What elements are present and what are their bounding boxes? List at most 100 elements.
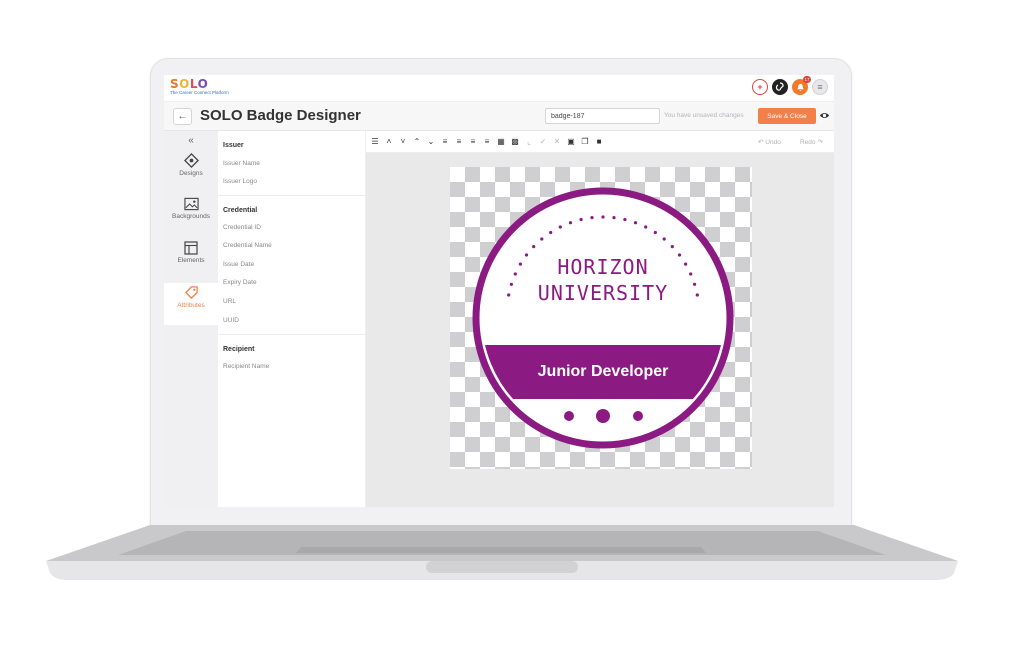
arc-dot	[633, 221, 638, 225]
badge-line-2[interactable]: UNIVERSITY	[538, 281, 668, 305]
arc-dot	[507, 293, 511, 297]
header-actions: + 17 ≡	[752, 76, 828, 95]
attr-recipient-name[interactable]: Recipient Name	[223, 363, 269, 370]
arc-dot	[684, 262, 688, 266]
rail-item-elements[interactable]: Elements	[164, 241, 218, 283]
notification-bell-icon[interactable]: 17	[792, 76, 811, 95]
arc-dot	[513, 272, 517, 276]
move-down-icon[interactable]: ˅	[398, 136, 408, 147]
toolbar-icons: ☰ ˄ ˅ ⌃ ⌄ ≡ ≡ ≡ ≡ ▦ ▩ ⌞ ✓ ✕ ▣ ❐ ■	[370, 136, 608, 147]
badge-canvas[interactable]: HORIZON UNIVERSITY Junior Developer	[450, 167, 752, 469]
redo-label: Redo	[800, 139, 816, 146]
arc-dot	[590, 216, 594, 220]
section-heading-recipient: Recipient	[223, 346, 255, 353]
badge-line-1[interactable]: HORIZON	[557, 255, 648, 279]
rail-item-attributes[interactable]: Attributes	[164, 283, 218, 325]
arc-dot	[677, 253, 682, 257]
attr-issue-date[interactable]: Issue Date	[223, 261, 254, 268]
arc-dot	[579, 217, 583, 222]
attributes-panel: Issuer Issuer Name Issuer Logo Credentia…	[218, 131, 366, 507]
delete-icon[interactable]: ■	[594, 136, 604, 147]
page-title: SOLO Badge Designer	[200, 107, 361, 124]
title-bar: ← SOLO Badge Designer You have unsaved c…	[164, 102, 834, 131]
preview-eye-icon[interactable]	[819, 110, 830, 121]
save-close-button[interactable]: Save & Close	[758, 108, 816, 124]
check-icon[interactable]: ✓	[538, 136, 548, 147]
section-divider	[218, 195, 366, 196]
arc-dot	[662, 237, 666, 241]
layers-icon[interactable]: ☰	[370, 136, 380, 147]
arc-dot	[670, 245, 674, 249]
unsaved-changes-text: You have unsaved changes	[664, 112, 744, 119]
app-screen: SOLO The Career Connect Platform + 17 ≡ …	[164, 75, 834, 507]
section-divider	[218, 334, 366, 335]
arc-dot	[601, 215, 605, 219]
attr-credential-id[interactable]: Credential ID	[223, 224, 261, 231]
crop-icon[interactable]: ⌞	[524, 136, 534, 147]
left-rail: « Designs Backgrounds Elements Attribute…	[164, 131, 218, 507]
attr-issuer-logo[interactable]: Issuer Logo	[223, 178, 257, 185]
app-header: SOLO The Career Connect Platform + 17 ≡	[164, 75, 834, 102]
image-icon	[183, 197, 199, 211]
logo-tagline: The Career Connect Platform	[170, 90, 229, 95]
arc-dot	[509, 282, 513, 286]
tag-icon	[184, 286, 198, 299]
rail-label: Attributes	[177, 302, 205, 309]
cancel-icon[interactable]: ✕	[552, 136, 562, 147]
arc-dot	[532, 245, 536, 249]
badge-id-input[interactable]	[545, 108, 660, 124]
badge-graphic[interactable]: HORIZON UNIVERSITY Junior Developer	[450, 167, 752, 469]
align-center-icon[interactable]: ≡	[454, 136, 464, 147]
layout-icon	[184, 241, 198, 255]
attr-url[interactable]: URL	[223, 298, 236, 305]
collapse-icon[interactable]: «	[164, 135, 218, 146]
resize-icon[interactable]: ▦	[496, 136, 506, 147]
move-up-icon[interactable]: ˄	[384, 136, 394, 147]
arc-dot	[644, 225, 648, 229]
laptop-keyboard-base	[46, 525, 958, 580]
send-to-back-icon[interactable]: ⌄	[426, 136, 436, 147]
back-button[interactable]: ←	[173, 108, 192, 125]
redo-button[interactable]: Redo ↷	[800, 138, 823, 146]
rail-label: Designs	[179, 170, 203, 177]
rail-item-designs[interactable]: Designs	[164, 153, 218, 195]
attr-credential-name[interactable]: Credential Name	[223, 242, 272, 249]
attr-uuid[interactable]: UUID	[223, 317, 239, 324]
align-middle-icon[interactable]: ≡	[468, 136, 478, 147]
diamond-icon	[183, 153, 199, 168]
undo-label: Undo	[765, 139, 781, 146]
arc-dot	[518, 262, 522, 266]
canvas-area: HORIZON UNIVERSITY Junior Developer	[366, 153, 834, 507]
add-icon[interactable]: +	[752, 79, 768, 95]
arc-dot	[689, 272, 693, 276]
image-replace-icon[interactable]: ▣	[566, 136, 576, 147]
arc-dot	[549, 230, 553, 235]
badge-ribbon-text[interactable]: Junior Developer	[538, 363, 669, 380]
notification-count: 17	[803, 76, 811, 83]
rail-label: Elements	[177, 257, 205, 264]
editor-toolbar: ☰ ˄ ˅ ⌃ ⌄ ≡ ≡ ≡ ≡ ▦ ▩ ⌞ ✓ ✕ ▣ ❐ ■ ↶ Undo…	[366, 131, 834, 153]
badge-dot	[596, 409, 610, 423]
attr-issuer-name[interactable]: Issuer Name	[223, 160, 260, 167]
arc-dot	[540, 237, 544, 241]
section-heading-issuer: Issuer	[223, 142, 244, 149]
logo-wordmark: SOLO	[170, 77, 209, 91]
blackhole-icon[interactable]	[772, 79, 788, 95]
align-right-icon[interactable]: ≡	[482, 136, 492, 147]
arc-dot	[653, 230, 657, 235]
undo-button[interactable]: ↶ Undo	[758, 138, 781, 146]
align-left-icon[interactable]: ≡	[440, 136, 450, 147]
rail-item-backgrounds[interactable]: Backgrounds	[164, 197, 218, 239]
solo-logo[interactable]: SOLO The Career Connect Platform	[170, 78, 229, 96]
bring-to-front-icon[interactable]: ⌃	[412, 136, 422, 147]
arc-dot	[524, 253, 529, 257]
arc-dot	[558, 225, 562, 229]
group-icon[interactable]: ▩	[510, 136, 520, 147]
arc-dot	[568, 221, 573, 225]
attr-expiry-date[interactable]: Expiry Date	[223, 279, 257, 286]
duplicate-icon[interactable]: ❐	[580, 136, 590, 147]
arc-dot	[695, 293, 699, 297]
rail-label: Backgrounds	[172, 213, 210, 220]
section-heading-credential: Credential	[223, 207, 258, 214]
menu-icon[interactable]: ≡	[812, 79, 828, 95]
